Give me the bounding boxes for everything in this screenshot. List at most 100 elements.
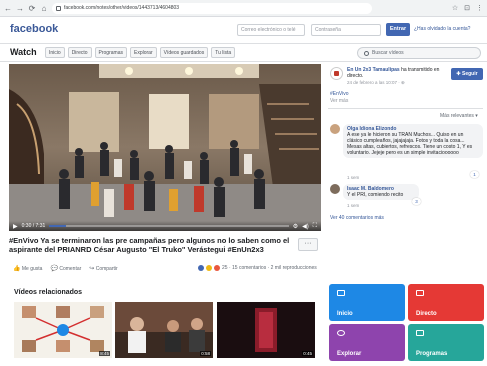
like-button[interactable]: 👍 Me gusta	[13, 265, 42, 272]
tab-inicio[interactable]: Inicio	[45, 47, 65, 58]
reactions-text: 25 · 15 comentarios · 2 mil reproduccion…	[222, 265, 317, 271]
related-video-thumb[interactable]: 0:45	[217, 302, 315, 358]
tab-videos-guardados[interactable]: Vídeos guardados	[159, 47, 209, 58]
back-icon[interactable]: ←	[4, 4, 12, 13]
tab-tu-lista[interactable]: Tu lista	[211, 47, 236, 58]
share-label: Compartir	[95, 266, 118, 272]
tab-explorar[interactable]: Explorar	[129, 47, 157, 58]
comment-like-count[interactable]: 3	[412, 198, 421, 205]
tile-label: Directo	[416, 311, 437, 317]
comment-time: 1 sem	[347, 175, 360, 180]
related-videos: Vídeos relacionados 8:45 0:58 0:45	[9, 284, 321, 362]
password-field[interactable]: Contraseña	[311, 24, 381, 36]
follow-button[interactable]: ✚ Seguir	[451, 68, 483, 80]
like-reaction-icon	[198, 265, 204, 271]
more-options-button[interactable]: ···	[298, 238, 318, 251]
menu-icon[interactable]: ⋮	[476, 4, 483, 12]
thumbnail-image	[217, 302, 315, 358]
video-title: #EnVivo Ya se terminaron las pre campaña…	[9, 236, 290, 254]
tile-inicio[interactable]: Inicio	[329, 284, 405, 321]
follow-label: Seguir	[462, 71, 478, 77]
related-videos-title: Vídeos relacionados	[14, 289, 83, 296]
volume-icon[interactable]: ◀)	[302, 223, 309, 230]
comment-sort-dropdown[interactable]: Más relevantes ▾	[440, 113, 478, 119]
tile-label: Programas	[416, 351, 448, 357]
video-player[interactable]: ▶ 0:30 / 7:31 ⚙ ◀) ⛶	[9, 64, 321, 231]
share-button[interactable]: ↪ Compartir	[89, 265, 117, 272]
commenter-avatar[interactable]	[330, 184, 340, 194]
comment-bubble: Olga Idiona Elizondo A ese ya le hiciero…	[343, 124, 483, 158]
forward-icon[interactable]: →	[16, 4, 24, 13]
comment-like-count[interactable]: 1	[470, 171, 479, 178]
see-more-link[interactable]: Ver más	[330, 98, 348, 104]
lock-icon	[56, 5, 61, 11]
comment-item: Isaac M. Baldomero Y el PRI, comiendo re…	[330, 184, 483, 210]
comment-time: 1 sem	[347, 203, 360, 208]
video-progress-fill	[49, 225, 67, 227]
star-icon[interactable]: ☆	[452, 4, 458, 12]
comment-icon: 💬	[50, 266, 58, 272]
video-frame	[9, 64, 321, 231]
divider	[328, 108, 483, 109]
comment-text: Y el PRI, comiendo recito	[347, 192, 404, 198]
tile-programas[interactable]: Programas	[408, 324, 484, 361]
tile-label: Explorar	[337, 351, 362, 357]
like-label: Me gusta	[21, 266, 43, 272]
post-date[interactable]: 24 de febrero a las 10:07 · ⊕	[347, 80, 405, 86]
login-button[interactable]: Entrar	[386, 23, 410, 36]
tile-label: Inicio	[337, 311, 353, 317]
thumbnail-image	[14, 302, 112, 358]
thumbnail-image	[115, 302, 213, 358]
search-icon	[364, 50, 369, 56]
browser-tools: ☆ ⊡ ⋮	[452, 4, 483, 12]
commenter-avatar[interactable]	[330, 124, 340, 134]
browser-toolbar: ← → ⟳ ⌂ facebook.com/notes/other/videos/…	[0, 0, 487, 17]
facebook-logo[interactable]: facebook	[10, 23, 58, 35]
page-post-header: En Un 2x3 Tamaulipas ha transmitido en d…	[347, 67, 447, 79]
reactions-summary[interactable]: 25 · 15 comentarios · 2 mil reproduccion…	[198, 265, 317, 271]
home-icon	[337, 290, 345, 296]
home-icon[interactable]: ⌂	[40, 4, 48, 13]
video-duration: 0:45	[302, 351, 313, 356]
search-placeholder: Buscar vídeos	[372, 50, 404, 56]
fullscreen-icon[interactable]: ⛶	[313, 223, 317, 230]
comment-bubble: Isaac M. Baldomero Y el PRI, comiendo re…	[343, 184, 419, 200]
forgot-account-link[interactable]: ¿Has olvidado la cuenta?	[414, 26, 470, 32]
watch-title[interactable]: Watch	[10, 47, 37, 57]
video-duration: 0:58	[200, 351, 211, 356]
comment-text: A ese ya le hicieron su TRAN Muchos... Q…	[347, 132, 473, 156]
comment-label: Comentar	[59, 266, 82, 272]
live-icon	[416, 290, 424, 296]
reload-icon[interactable]: ⟳	[28, 4, 36, 13]
facebook-header: facebook Correo electrónico o telé Contr…	[0, 17, 487, 44]
compass-icon	[337, 330, 345, 336]
address-bar[interactable]: facebook.com/notes/other/videos/1443713/…	[52, 2, 372, 14]
settings-icon[interactable]: ⚙	[293, 223, 298, 230]
related-video-thumb[interactable]: 8:45	[14, 302, 112, 358]
video-controls: ▶ 0:30 / 7:31 ⚙ ◀) ⛶	[9, 221, 321, 231]
comment-item: Olga Idiona Elizondo A ese ya le hiciero…	[330, 124, 483, 180]
watch-tabs: Inicio Directo Programas Explorar Vídeos…	[45, 47, 236, 58]
address-text: facebook.com/notes/other/videos/1443713/…	[64, 5, 180, 11]
tab-programas[interactable]: Programas	[94, 47, 127, 58]
thumbs-up-icon: 👍	[13, 266, 21, 272]
haha-reaction-icon	[206, 265, 212, 271]
extensions-icon[interactable]: ⊡	[464, 4, 470, 12]
shows-icon	[416, 330, 424, 336]
share-icon: ↪	[89, 266, 95, 272]
post-hashtag[interactable]: #EnVivo	[330, 91, 349, 97]
email-field[interactable]: Correo electrónico o telé	[237, 24, 305, 36]
video-actions: 👍 Me gusta 💬 Comentar ↪ Compartir	[13, 265, 118, 272]
view-more-comments-link[interactable]: Ver 40 comentarios más	[330, 215, 384, 221]
watch-nav: Watch Inicio Directo Programas Explorar …	[0, 44, 487, 62]
tile-explorar[interactable]: Explorar	[329, 324, 405, 361]
play-icon[interactable]: ▶	[13, 223, 18, 230]
search-input[interactable]: Buscar vídeos	[357, 47, 481, 59]
tile-directo[interactable]: Directo	[408, 284, 484, 321]
video-progress-bar[interactable]	[49, 225, 289, 227]
comment-button[interactable]: 💬 Comentar	[50, 265, 81, 272]
tab-directo[interactable]: Directo	[67, 47, 92, 58]
video-time: 0:30 / 7:31	[21, 223, 46, 229]
page-avatar[interactable]	[330, 67, 343, 80]
related-video-thumb[interactable]: 0:58	[115, 302, 213, 358]
